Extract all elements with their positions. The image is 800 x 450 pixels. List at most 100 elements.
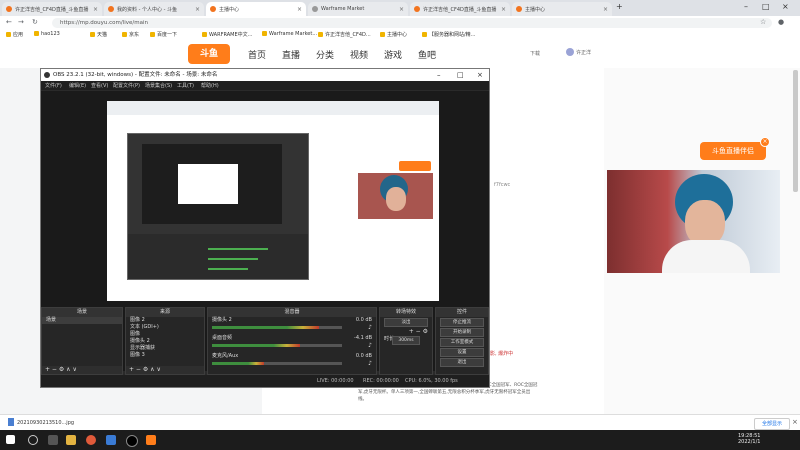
download-link[interactable]: 下载	[530, 50, 540, 57]
exit-button[interactable]: 退出	[440, 358, 484, 367]
source-item[interactable]: 图像 3	[126, 352, 204, 359]
start-recording-button[interactable]: 开始录制	[440, 328, 484, 337]
captured-badge	[399, 161, 431, 171]
volume-meter	[212, 362, 264, 365]
browser-tab[interactable]: 主播中心 ×	[512, 2, 612, 16]
bookmark-item[interactable]: 主播中心	[380, 31, 407, 38]
browser-tab-active[interactable]: 主播中心 ×	[206, 2, 306, 16]
menu-scene-collection[interactable]: 场景集合(S)	[145, 82, 172, 89]
volume-meter	[212, 344, 300, 347]
close-icon[interactable]: ×	[93, 6, 98, 13]
windows-start-icon[interactable]	[6, 435, 15, 444]
nav-category[interactable]: 分类	[316, 48, 334, 61]
new-tab-icon[interactable]: +	[616, 2, 623, 11]
obs-title-bar[interactable]: OBS 23.2.1 (32-bit, windows) - 配置文件: 未命名…	[41, 69, 489, 81]
reload-icon[interactable]: ↻	[32, 18, 38, 26]
live-preview-player[interactable]	[607, 170, 780, 273]
search-icon[interactable]	[28, 435, 38, 445]
user-menu[interactable]: 许正洋	[566, 48, 591, 56]
obs-icon[interactable]	[126, 435, 138, 447]
speaker-icon[interactable]: ♪	[368, 342, 372, 349]
preview-canvas	[107, 101, 439, 301]
bookmark-item[interactable]: Warframe Market...	[262, 31, 317, 37]
page-scrollbar[interactable]	[793, 70, 798, 192]
menu-file[interactable]: 文件(F)	[45, 82, 62, 89]
speaker-icon[interactable]: ♪	[368, 360, 372, 367]
menu-profile[interactable]: 配置文件(P)	[113, 82, 140, 89]
obs-window[interactable]: OBS 23.2.1 (32-bit, windows) - 配置文件: 未命名…	[40, 68, 490, 388]
bookmark-item[interactable]: 京东	[122, 31, 139, 38]
close-icon[interactable]: ×	[477, 69, 483, 81]
forward-icon[interactable]: →	[18, 18, 24, 26]
browser-tab[interactable]: Warframe Market ×	[308, 2, 408, 16]
obs-status-bar: LIVE: 00:00:00 REC: 00:00:00 CPU: 6.0%, …	[41, 375, 489, 387]
menu-tools[interactable]: 工具(T)	[177, 82, 194, 89]
download-item[interactable]: 20210930213510...jpg	[8, 418, 74, 426]
source-item[interactable]: 图像	[126, 331, 204, 338]
bookmark-item[interactable]: 【服务器和网站/精...	[422, 31, 475, 38]
close-window-icon[interactable]: ×	[782, 2, 789, 11]
menu-help[interactable]: 帮助(H)	[201, 82, 219, 89]
file-explorer-icon[interactable]	[66, 435, 76, 445]
close-icon[interactable]: ×	[792, 418, 798, 426]
close-icon[interactable]: ×	[760, 137, 770, 147]
studio-mode-button[interactable]: 工作室模式	[440, 338, 484, 347]
app-icon[interactable]	[106, 435, 116, 445]
douyu-companion-badge[interactable]: 斗鱼直播伴侣 ×	[700, 137, 770, 160]
minimize-icon[interactable]: –	[437, 69, 441, 81]
profile-icon[interactable]: ●	[778, 18, 784, 26]
source-item[interactable]: 摄像头 2	[126, 338, 204, 345]
browser-tab[interactable]: 许正洋吉他_CF4D直播_斗鱼直播 ×	[2, 2, 102, 16]
nav-live[interactable]: 直播	[282, 48, 300, 61]
close-icon[interactable]: ×	[297, 6, 302, 13]
transition-add-remove[interactable]: + − ⚙	[380, 328, 432, 335]
rec-timer: REC: 00:00:00	[363, 378, 399, 384]
menu-view[interactable]: 查看(V)	[91, 82, 108, 89]
nav-fishbar[interactable]: 鱼吧	[418, 48, 436, 61]
sources-toolbar[interactable]: + − ⚙ ∧ ∨	[126, 366, 204, 374]
back-icon[interactable]: ←	[6, 18, 12, 26]
duration-input[interactable]: 300ms	[392, 336, 420, 345]
source-item[interactable]: 图像 2	[126, 317, 204, 324]
close-icon[interactable]: ×	[195, 6, 200, 13]
task-view-icon[interactable]	[48, 435, 58, 445]
maximize-icon[interactable]: □	[457, 69, 464, 81]
system-clock[interactable]: 19:28:51 2022/1/1	[738, 433, 760, 445]
source-item[interactable]: 显示器捕获	[126, 345, 204, 352]
scenes-toolbar[interactable]: + − ⚙ ∧ ∨	[42, 366, 122, 374]
audio-mixer-dock: 混音器 摄像头 2 0.0 dB ♪ 桌面音频 -4.1 dB ♪ 麦克风/Au…	[207, 307, 377, 375]
star-icon[interactable]: ☆	[760, 18, 766, 26]
minimize-icon[interactable]: –	[744, 2, 748, 11]
close-icon[interactable]: ×	[603, 6, 608, 13]
bookmark-item[interactable]: 天猫	[90, 31, 107, 38]
nav-home[interactable]: 首页	[248, 48, 266, 61]
nav-video[interactable]: 视频	[350, 48, 368, 61]
sources-dock: 来源 图像 2 文本 (GDI+) 图像 摄像头 2 显示器捕获 图像 3 + …	[125, 307, 205, 375]
douyu-logo[interactable]: 斗鱼	[188, 44, 230, 64]
scenes-dock: 场景 场景 + − ⚙ ∧ ∨	[41, 307, 123, 375]
maximize-icon[interactable]: □	[762, 2, 770, 11]
douyu-app-icon[interactable]	[146, 435, 156, 445]
settings-button[interactable]: 设置	[440, 348, 484, 357]
bookmark-item[interactable]: hao123	[34, 31, 60, 37]
source-item[interactable]: 文本 (GDI+)	[126, 324, 204, 331]
bookmark-item[interactable]: 百度一下	[150, 31, 177, 38]
bookmark-item[interactable]: 应用	[6, 31, 23, 38]
stop-streaming-button[interactable]: 停止推流	[440, 318, 484, 327]
browser-tab[interactable]: 许正洋吉他_CF4D直播_斗鱼直播 ×	[410, 2, 510, 16]
transitions-dock: 转场特效 淡出 + − ⚙ 时长 300ms	[379, 307, 433, 375]
chrome-icon[interactable]	[86, 435, 96, 445]
menu-edit[interactable]: 编辑(E)	[69, 82, 86, 89]
bookmark-item[interactable]: WARFRAME中文...	[202, 31, 252, 38]
volume-meter	[212, 326, 319, 329]
bookmark-item[interactable]: 许正洋吉他_CF4D...	[318, 31, 371, 38]
close-icon[interactable]: ×	[399, 6, 404, 13]
scene-item[interactable]: 场景	[42, 317, 122, 324]
transition-select[interactable]: 淡出	[384, 318, 428, 327]
show-all-button[interactable]: 全部显示	[754, 418, 790, 430]
speaker-icon[interactable]: ♪	[368, 324, 372, 331]
nav-game[interactable]: 游戏	[384, 48, 402, 61]
close-icon[interactable]: ×	[501, 6, 506, 13]
address-bar[interactable]: https://mp.douyu.com/live/main	[52, 18, 772, 28]
browser-tab[interactable]: 我的资料 - 个人中心 - 斗鱼 ×	[104, 2, 204, 16]
